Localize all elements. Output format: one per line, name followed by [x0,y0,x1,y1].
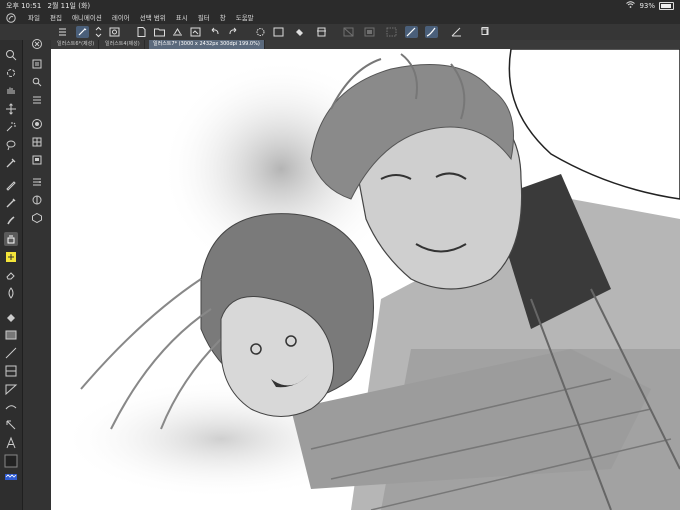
auto-select-icon[interactable] [4,120,18,134]
new-file-icon[interactable] [135,26,148,38]
decoration-icon[interactable] [4,250,18,264]
tool-palette [0,40,23,510]
text-tool-icon[interactable] [4,436,18,450]
drawing-canvas[interactable] [51,49,680,510]
color-wheel-icon[interactable] [31,118,43,130]
transform-icon[interactable] [315,26,328,38]
menu-item[interactable]: 애니메이션 [72,12,102,24]
menu-item[interactable]: 선택 범위 [140,12,166,24]
undo-icon[interactable] [208,26,221,38]
fill-bucket-icon[interactable] [4,310,18,324]
battery-fill [661,4,672,8]
redo-icon[interactable] [227,26,240,38]
lasso-icon[interactable] [4,138,18,152]
command-bar [0,24,680,41]
stabilizer-icon[interactable] [405,26,418,38]
zoom-icon[interactable] [4,48,18,62]
new-canvas-icon[interactable] [108,26,121,38]
battery-icon [659,2,674,10]
menu-item[interactable]: 필터 [198,12,210,24]
main-color-swatch[interactable] [4,454,18,468]
sub-tool-icon[interactable] [31,94,43,106]
menu-bar: 파일 편집 애니메이션 레이어 선택 범위 표시 필터 창 도움말 [0,12,680,24]
clear-icon[interactable] [272,26,285,38]
app-logo-icon[interactable] [6,13,16,23]
gradient-icon[interactable] [4,328,18,342]
battery-percent: 93% [639,2,655,10]
document-tab[interactable]: 일러스트7* (3000 x 2432px 300dpi 199.0%) [149,40,265,49]
menu-item[interactable]: 파일 [28,12,40,24]
pen-curve-icon[interactable] [425,26,438,38]
document-tab[interactable]: 일러스트4(제성) [101,40,145,49]
document-tab-label: 일러스트7* (3000 x 2432px 300dpi 199.0%) [153,41,260,47]
eraser-icon[interactable] [4,268,18,282]
artwork-sketch [61,49,680,510]
select-off-icon[interactable] [342,26,355,38]
speech-balloon-icon[interactable] [4,382,18,396]
material-icon[interactable] [31,212,43,224]
select-invert-icon[interactable] [363,26,376,38]
navigator-icon[interactable] [31,154,43,166]
operation-icon[interactable] [4,418,18,432]
menu-item[interactable]: 창 [220,12,226,24]
layer-search-icon[interactable] [31,76,43,88]
swap-icon[interactable] [92,26,105,38]
document-tab-label: 일러스트6*(제성) [57,41,95,47]
open-icon[interactable] [153,26,166,38]
brush-size-icon[interactable] [31,194,43,206]
menu-item[interactable]: 편집 [50,12,62,24]
transparent-color-icon[interactable] [4,470,18,484]
menu-icon[interactable] [56,26,69,38]
pen-icon[interactable] [4,178,18,192]
color-set-icon[interactable] [31,136,43,148]
select-expand-icon[interactable] [385,26,398,38]
brush-icon[interactable] [4,214,18,228]
wifi-icon [626,0,636,12]
menu-item[interactable]: 레이어 [112,12,130,24]
menu-item[interactable]: 표시 [176,12,188,24]
close-panel-icon[interactable] [31,38,43,50]
airbrush-icon[interactable] [4,232,18,246]
ruler-icon[interactable] [450,26,463,38]
document-tab[interactable]: 일러스트6*(제성) [53,40,100,49]
move-icon[interactable] [4,102,18,116]
snap-icon[interactable] [478,26,491,38]
rotate-icon[interactable] [4,66,18,80]
spinner-icon[interactable] [254,26,267,38]
status-bar: 오후 10:51 2월 11일 (화) 93% [0,0,680,12]
document-tab-label: 일러스트4(제성) [105,41,140,47]
menu-item[interactable]: 도움말 [236,12,254,24]
document-tabs: 일러스트6*(제성) 일러스트4(제성) 일러스트7* (3000 x 2432px… [51,40,680,49]
tool-property-icon[interactable] [31,176,43,188]
fill-icon[interactable] [293,26,306,38]
save-icon[interactable] [171,26,184,38]
date: 2월 11일 (화) [47,2,91,10]
pen-pressure-icon[interactable] [76,26,89,38]
export-icon[interactable] [189,26,202,38]
layer-icon[interactable] [31,58,43,70]
pencil-icon[interactable] [4,196,18,210]
menu-list: 파일 편집 애니메이션 레이어 선택 범위 표시 필터 창 도움말 [28,12,254,24]
line-icon[interactable] [4,346,18,360]
eyedropper-icon[interactable] [4,156,18,170]
clock: 오후 10:51 [6,2,42,10]
sub-tool-palette [23,38,51,510]
hand-icon[interactable] [4,84,18,98]
blend-icon[interactable] [4,286,18,300]
frame-icon[interactable] [4,364,18,378]
correct-line-icon[interactable] [4,400,18,414]
